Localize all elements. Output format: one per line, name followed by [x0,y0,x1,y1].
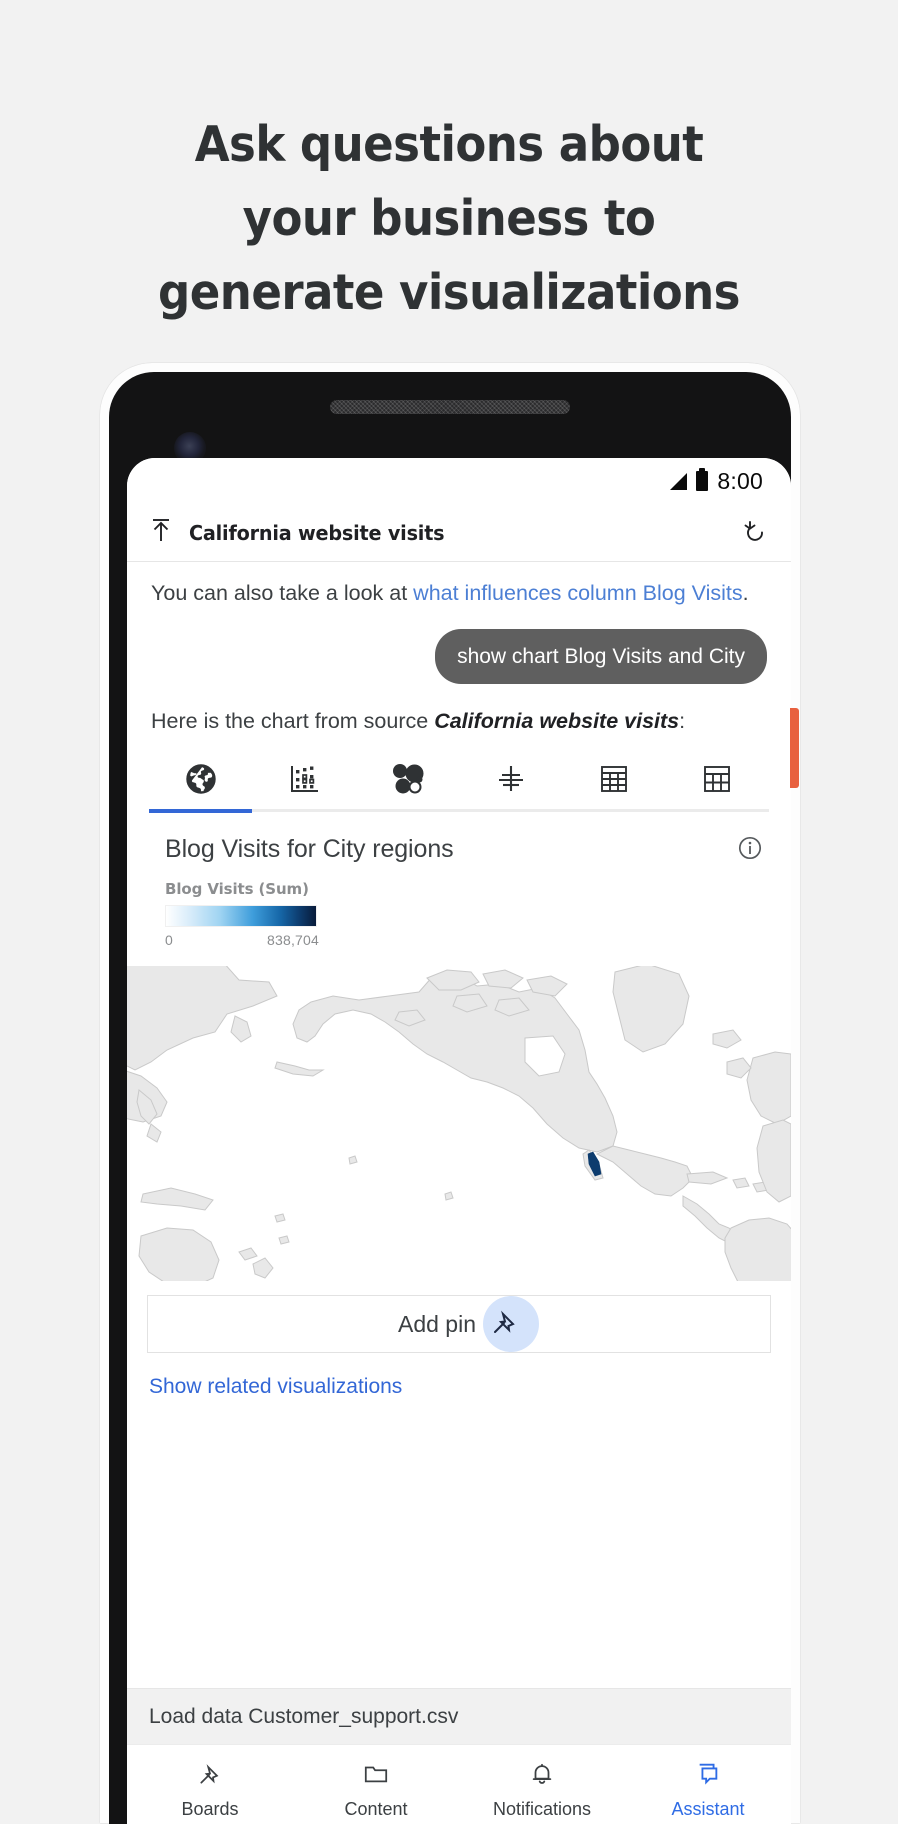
tab-bubble-chart[interactable] [355,759,459,813]
tab-pivot-table[interactable] [562,759,666,813]
add-pin-label: Add pin [397,1310,476,1337]
chart-title: Blog Visits for City regions [165,835,454,863]
tab-indicator-geo-map [149,809,253,813]
table-grid-icon [700,759,734,799]
bot-message-text-after: . [742,581,749,605]
user-message-bubble: show chart Blog Visits and City [435,629,767,684]
load-data-strip[interactable]: Load data Customer_support.csv [127,1688,791,1744]
chart-panel: Blog Visits for City regions Blog Visits… [127,813,791,1281]
status-bar: 8:00 [127,458,791,504]
headline-line-2: your business to [242,190,656,247]
legend-scale: 0 838,704 [165,932,319,948]
add-pin-button[interactable]: Add pin [147,1295,771,1353]
nav-label-assistant: Assistant [671,1799,745,1819]
pin-icon [197,1761,223,1792]
bell-icon [529,1761,555,1792]
nav-label-boards: Boards [181,1799,239,1819]
tab-indicator-box-plot [458,809,563,812]
bot-message-chart-source: Here is the chart from source California… [127,684,791,737]
choropleth-world-map[interactable] [127,966,791,1281]
chat-bubbles-icon [695,1761,721,1792]
earpiece-speaker-grille [330,400,570,414]
pin-icon[interactable] [490,1307,520,1342]
globe-icon [183,759,219,799]
influences-link[interactable]: what influences column Blog Visits [413,581,742,605]
page-title: California website visits [189,520,445,545]
nav-item-notifications[interactable]: Notifications [459,1745,625,1824]
status-bar-clock: 8:00 [717,467,763,494]
load-data-text: Load data Customer_support.csv [149,1704,459,1728]
legend-gradient-bar [165,905,317,927]
pivot-table-icon [597,759,631,799]
signal-triangle-icon [670,472,688,490]
tab-indicator-pivot-table [562,809,666,812]
phone-screen: 8:00 California website visits You can a… [127,458,791,1824]
legend-measure-label: Blog Visits (Sum) [165,880,309,898]
app-header: California website visits [127,504,791,562]
bot-message-influences: You can also take a look at what influen… [127,562,791,613]
nav-item-boards[interactable]: Boards [127,1745,293,1824]
folder-icon [363,1761,389,1792]
bot-message-text-before: You can also take a look at [151,581,414,605]
chart-source-suffix: : [679,709,686,733]
box-plot-icon [494,759,528,799]
phone-side-power-button[interactable] [790,708,799,788]
nav-label-content: Content [344,1799,408,1819]
nav-item-content[interactable]: Content [293,1745,459,1824]
tab-indicator-scatter-plot [252,809,356,812]
promo-headline: Ask questions about your business to gen… [36,108,862,330]
show-related-visualizations-link[interactable]: Show related visualizations [127,1353,791,1399]
nav-label-notifications: Notifications [492,1799,592,1819]
assistant-conversation[interactable]: You can also take a look at what influen… [127,562,791,1688]
chart-color-legend: Blog Visits (Sum) 0 838,704 [127,866,791,948]
headline-line-3: generate visualizations [158,264,740,321]
phone-bezel: 8:00 California website visits You can a… [109,372,791,1824]
headline-line-1: Ask questions about [194,116,704,173]
scatter-plot-icon [287,759,321,799]
tab-indicator-data-table [665,809,769,812]
tab-data-table[interactable] [665,759,769,813]
upload-arrow-icon[interactable] [149,517,173,548]
tab-indicator-bubble-chart [355,809,459,812]
add-pin-wrap: Add pin [127,1281,791,1353]
bubble-cluster-icon [389,759,425,799]
user-message-row: show chart Blog Visits and City [127,613,791,684]
chart-source-name: California website visits [434,709,680,733]
legend-min-label: 0 [165,932,173,948]
nav-item-assistant[interactable]: Assistant [625,1745,791,1824]
visualization-type-tabs[interactable] [149,759,769,813]
info-circle-icon[interactable] [737,835,763,866]
tab-geo-map[interactable] [149,759,253,813]
chart-source-prefix: Here is the chart from source [151,709,435,733]
battery-full-icon [696,468,709,491]
phone-mockup: 8:00 California website visits You can a… [100,363,800,1824]
legend-max-label: 838,704 [266,932,319,948]
tab-box-plot[interactable] [458,759,563,813]
undo-refresh-icon[interactable] [741,516,769,549]
bottom-navigation[interactable]: Boards Content Notifications Assistant [127,1744,791,1824]
tab-scatter-plot[interactable] [252,759,356,813]
chart-header: Blog Visits for City regions [127,835,791,866]
